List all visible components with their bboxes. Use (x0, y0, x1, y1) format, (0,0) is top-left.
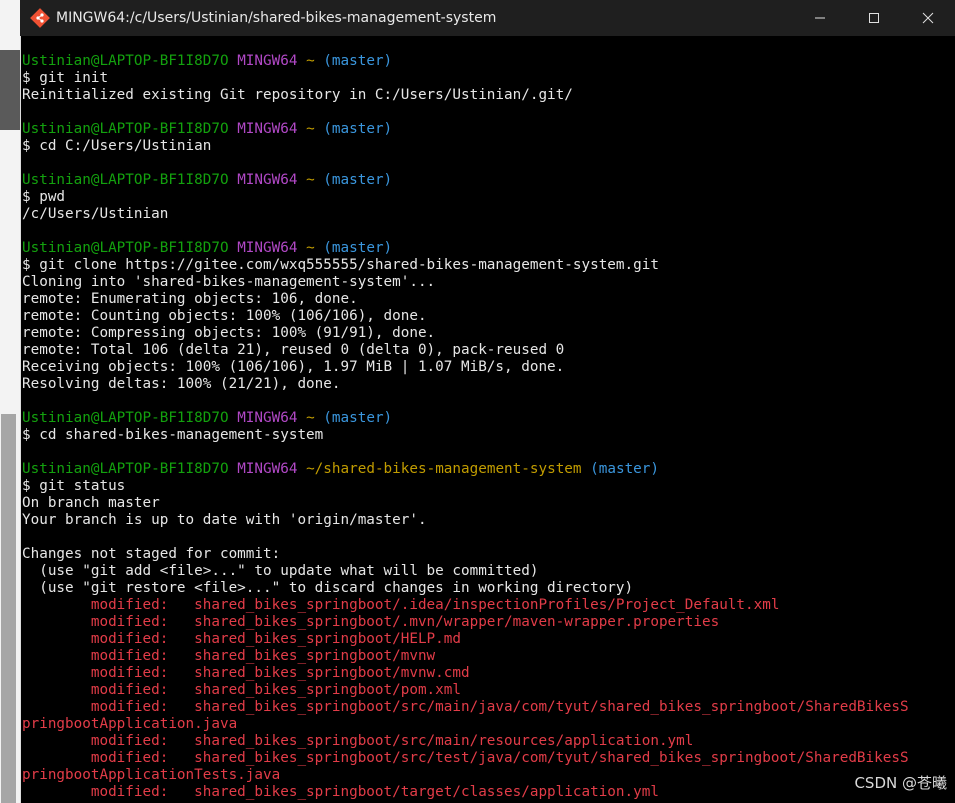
output-line: (use "git add <file>..." to update what … (22, 563, 539, 579)
command-line: $ git init (22, 70, 109, 86)
background-window-fragment (0, 50, 20, 130)
modified-file-line: modified: shared_bikes_springboot/target… (22, 784, 659, 800)
background-window-strip (0, 0, 21, 803)
prompt-host: MINGW64 (237, 461, 298, 477)
prompt-line: Ustinian@LAPTOP-BF1I8D7O MINGW64 ~ (mast… (22, 172, 953, 189)
prompt-line: Ustinian@LAPTOP-BF1I8D7O MINGW64 ~ (mast… (22, 240, 953, 257)
output-line: remote: Total 106 (delta 21), reused 0 (… (22, 342, 565, 358)
prompt-line: Ustinian@LAPTOP-BF1I8D7O MINGW64 ~ (mast… (22, 53, 953, 70)
prompt-path: ~/shared-bikes-management-system (306, 461, 582, 477)
prompt-user: Ustinian@LAPTOP-BF1I8D7O (22, 172, 229, 188)
modified-file-line: pringbootApplicationTests.java (22, 767, 281, 783)
prompt-path: ~ (306, 121, 315, 137)
prompt-line: Ustinian@LAPTOP-BF1I8D7O MINGW64 ~ (mast… (22, 410, 953, 427)
command-line: $ cd C:/Users/Ustinian (22, 138, 212, 154)
git-bash-icon (30, 8, 50, 28)
prompt-host: MINGW64 (237, 410, 298, 426)
prompt-path: ~ (306, 172, 315, 188)
output-line: Changes not staged for commit: (22, 546, 281, 562)
modified-file-line: modified: shared_bikes_springboot/.idea/… (22, 597, 780, 613)
modified-file-line: modified: shared_bikes_springboot/pom.xm… (22, 682, 461, 698)
close-button[interactable] (901, 0, 955, 36)
maximize-icon (869, 13, 879, 23)
prompt-host: MINGW64 (237, 121, 298, 137)
prompt-branch: (master) (323, 240, 393, 256)
prompt-user: Ustinian@LAPTOP-BF1I8D7O (22, 121, 229, 137)
output-line: (use "git restore <file>..." to discard … (22, 580, 634, 596)
command-line: $ git clone https://gitee.com/wxq555555/… (22, 257, 659, 273)
prompt-user: Ustinian@LAPTOP-BF1I8D7O (22, 461, 229, 477)
output-line: /c/Users/Ustinian (22, 206, 169, 222)
modified-file-line: modified: shared_bikes_springboot/src/ma… (22, 733, 694, 749)
prompt-path: ~ (306, 53, 315, 69)
output-line: Reinitialized existing Git repository in… (22, 87, 573, 103)
prompt-host: MINGW64 (237, 172, 298, 188)
prompt-user: Ustinian@LAPTOP-BF1I8D7O (22, 240, 229, 256)
prompt-branch: (master) (323, 172, 393, 188)
terminal-output[interactable]: Ustinian@LAPTOP-BF1I8D7O MINGW64 ~ (mast… (22, 53, 953, 803)
close-icon (922, 12, 934, 24)
prompt-path: ~ (306, 410, 315, 426)
prompt-path: ~ (306, 240, 315, 256)
modified-file-line: modified: shared_bikes_springboot/mvnw.c… (22, 665, 470, 681)
window-titlebar[interactable]: MINGW64:/c/Users/Ustinian/shared-bikes-m… (20, 0, 955, 36)
prompt-line: Ustinian@LAPTOP-BF1I8D7O MINGW64 ~ (mast… (22, 121, 953, 138)
prompt-host: MINGW64 (237, 53, 298, 69)
watermark: CSDN @苍曦 (852, 772, 949, 793)
prompt-user: Ustinian@LAPTOP-BF1I8D7O (22, 410, 229, 426)
output-line: Your branch is up to date with 'origin/m… (22, 512, 427, 528)
prompt-branch: (master) (323, 121, 393, 137)
output-line: remote: Enumerating objects: 106, done. (22, 291, 358, 307)
modified-file-line: modified: shared_bikes_springboot/mvnw (22, 648, 436, 664)
prompt-branch: (master) (323, 53, 393, 69)
modified-file-line: pringbootApplication.java (22, 716, 238, 732)
command-line: $ pwd (22, 189, 66, 205)
window-controls (793, 0, 955, 36)
modified-file-line: modified: shared_bikes_springboot/src/ma… (22, 699, 909, 715)
output-line: remote: Counting objects: 100% (106/106)… (22, 308, 427, 324)
command-line: $ cd shared-bikes-management-system (22, 427, 324, 443)
maximize-button[interactable] (847, 0, 901, 36)
output-line: remote: Compressing objects: 100% (91/91… (22, 325, 436, 341)
prompt-branch: (master) (590, 461, 660, 477)
minimize-icon (815, 17, 825, 19)
prompt-branch: (master) (323, 410, 393, 426)
modified-file-line: modified: shared_bikes_springboot/.mvn/w… (22, 614, 720, 630)
output-line: Resolving deltas: 100% (21/21), done. (22, 376, 341, 392)
output-line: On branch master (22, 495, 160, 511)
modified-file-line: modified: shared_bikes_springboot/HELP.m… (22, 631, 461, 647)
window-title: MINGW64:/c/Users/Ustinian/shared-bikes-m… (56, 10, 497, 26)
output-line: Cloning into 'shared-bikes-management-sy… (22, 274, 436, 290)
minimize-button[interactable] (793, 0, 847, 36)
background-scrollbar-thumb[interactable] (1, 414, 16, 803)
prompt-host: MINGW64 (237, 240, 298, 256)
command-line: $ git status (22, 478, 126, 494)
prompt-user: Ustinian@LAPTOP-BF1I8D7O (22, 53, 229, 69)
prompt-line: Ustinian@LAPTOP-BF1I8D7O MINGW64 ~/share… (22, 461, 953, 478)
modified-file-line: modified: shared_bikes_springboot/src/te… (22, 750, 909, 766)
output-line: Receiving objects: 100% (106/106), 1.97 … (22, 359, 565, 375)
